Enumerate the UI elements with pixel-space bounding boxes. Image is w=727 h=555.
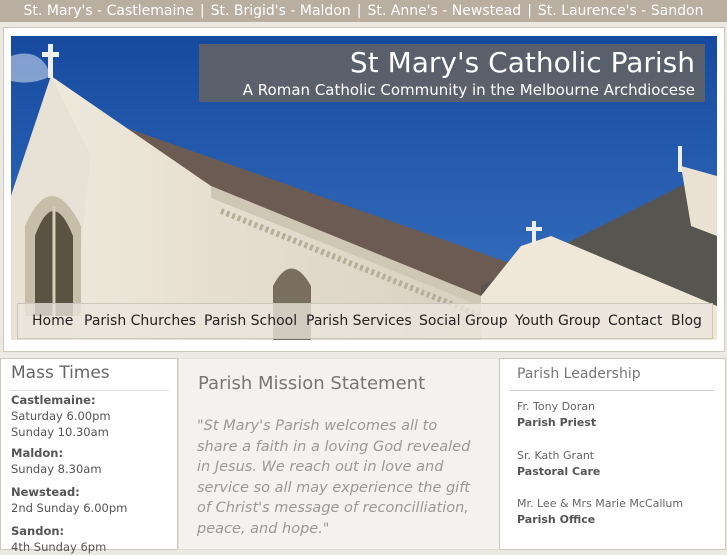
mass-group-newstead: Newstead: 2nd Sunday 6.00pm <box>11 484 127 516</box>
separator: | <box>527 3 532 19</box>
mass-place: Castlemaine: <box>11 393 96 407</box>
mass-times-heading: Mass Times <box>11 363 110 383</box>
leader-name: Sr. Kath Grant <box>517 449 595 462</box>
nav-parish-school[interactable]: Parish School <box>204 304 297 338</box>
nav-parish-churches[interactable]: Parish Churches <box>84 304 196 338</box>
mass-times-panel: Mass Times Castlemaine: Saturday 6.00pm … <box>0 358 178 554</box>
divider <box>510 390 714 391</box>
mass-place: Sandon: <box>11 524 65 538</box>
mass-time: 4th Sunday 6pm <box>11 540 107 554</box>
leader-role: Pastoral Care <box>517 465 601 478</box>
leader-item: Sr. Kath Grant Pastoral Care <box>517 448 600 480</box>
mass-place: Maldon: <box>11 446 64 460</box>
header-frame: St Mary's Catholic Parish A Roman Cathol… <box>3 27 725 352</box>
mass-time: 2nd Sunday 6.00pm <box>11 501 128 515</box>
mass-group-castlemaine: Castlemaine: Saturday 6.00pm Sunday 10.3… <box>11 392 111 440</box>
church-links-bar: St. Mary's - Castlemaine | St. Brigid's - … <box>0 0 727 22</box>
mass-place: Newstead: <box>11 485 80 499</box>
leader-name: Fr. Tony Doran <box>517 400 596 413</box>
church-link-castlemaine[interactable]: St. Mary's - Castlemaine <box>24 3 194 19</box>
leader-name: Mr. Lee & Mrs Marie McCallum <box>517 497 684 510</box>
church-link-sandon[interactable]: St. Laurence's - Sandon <box>538 3 704 19</box>
mass-time: Saturday 6.00pm <box>11 409 111 423</box>
nav-parish-services[interactable]: Parish Services <box>306 304 412 338</box>
nav-blog[interactable]: Blog <box>671 304 702 338</box>
nav-home[interactable]: Home <box>32 304 73 338</box>
church-photo: St Mary's Catholic Parish A Roman Cathol… <box>11 36 717 340</box>
mission-heading: Parish Mission Statement <box>198 373 426 394</box>
mission-statement-panel: Parish Mission Statement "St Mary's Pari… <box>178 358 500 550</box>
mass-time: Sunday 10.30am <box>11 425 109 439</box>
leader-role: Parish Priest <box>517 416 597 429</box>
separator: | <box>199 3 205 19</box>
leader-item: Fr. Tony Doran Parish Priest <box>517 399 596 431</box>
divider <box>9 390 169 391</box>
nav-youth-group[interactable]: Youth Group <box>515 304 601 338</box>
nav-contact[interactable]: Contact <box>608 304 662 338</box>
church-link-maldon[interactable]: St. Brigid's - Maldon <box>211 3 351 19</box>
mass-time: Sunday 8.30am <box>11 462 102 476</box>
site-subtitle: A Roman Catholic Community in the Melbou… <box>242 81 695 99</box>
leader-role: Parish Office <box>517 513 596 526</box>
separator: | <box>356 3 362 19</box>
leader-item: Mr. Lee & Mrs Marie McCallum Parish Offi… <box>517 496 683 528</box>
site-title: St Mary's Catholic Parish <box>349 46 695 79</box>
nav-social-group[interactable]: Social Group <box>419 304 508 338</box>
mass-group-maldon: Maldon: Sunday 8.30am <box>11 445 102 477</box>
parish-leadership-panel: Parish Leadership Fr. Tony Doran Parish … <box>499 358 726 550</box>
main-nav: Home Parish Churches Parish School Paris… <box>17 303 713 339</box>
mission-text: "St Mary's Parish welcomes all to share … <box>197 418 471 537</box>
leadership-heading: Parish Leadership <box>517 366 641 382</box>
site-title-banner: St Mary's Catholic Parish A Roman Cathol… <box>199 44 705 102</box>
mass-group-sandon: Sandon: 4th Sunday 6pm <box>11 523 106 555</box>
church-link-newstead[interactable]: St. Anne's - Newstead <box>367 3 521 19</box>
